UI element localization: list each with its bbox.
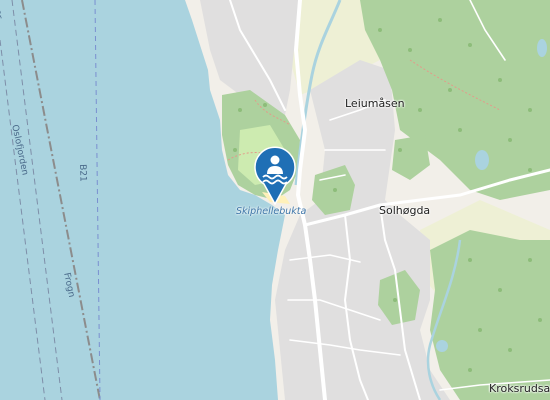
place-label-kroksrudsan[interactable]: Kroksrudsan bbox=[489, 383, 550, 394]
location-marker[interactable] bbox=[250, 144, 300, 206]
swimming-icon bbox=[254, 146, 296, 206]
route-label: B21 bbox=[77, 163, 88, 182]
lake-1 bbox=[475, 150, 489, 170]
map-canvas[interactable]: er Oslofjorden B21 Frogn Leiumåsen Solhø… bbox=[0, 0, 550, 400]
forest-east bbox=[430, 230, 550, 400]
edge-label: er bbox=[0, 8, 4, 20]
bay-label-skiphellebukta[interactable]: Skiphellebukta bbox=[236, 207, 306, 217]
place-label-leiumasen[interactable]: Leiumåsen bbox=[345, 98, 405, 109]
place-label-solhogda[interactable]: Solhøgda bbox=[379, 205, 430, 216]
lake-2 bbox=[537, 39, 547, 57]
lake-3 bbox=[436, 340, 448, 352]
